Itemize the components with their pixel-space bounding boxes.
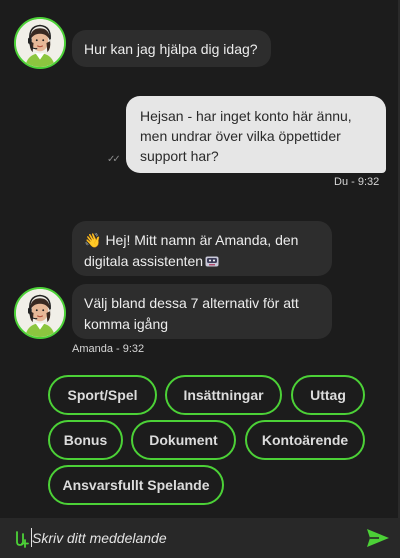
send-icon[interactable] [366,528,390,548]
option-uttag-button[interactable]: Uttag [291,375,365,415]
bot-greeting-message: Hur kan jag hjälpa dig idag? [72,30,271,67]
user-message-meta: Du - 9:32 [334,176,380,188]
message-composer: Skriv ditt meddelande [0,518,400,558]
bot-intro-message: 👋 Hej! Mitt namn är Amanda, den digitala … [72,221,332,276]
bot-intro-text: Hej! Mitt namn är Amanda, den digitala a… [84,232,299,269]
assistant-avatar [14,287,66,339]
option-insattningar-button[interactable]: Insättningar [165,375,282,415]
assistant-face-icon [16,19,64,67]
user-question-text: Hejsan - har inget konto här ännu, men u… [140,108,352,164]
bot-message-meta: Amanda - 9:32 [72,343,145,355]
option-dokument-button[interactable]: Dokument [131,420,236,460]
message-input[interactable]: Skriv ditt meddelande [32,530,167,546]
user-question-message: Hejsan - har inget konto här ännu, men u… [126,96,386,173]
assistant-face-icon [16,289,64,337]
read-receipt-icon: ✓✓ [107,154,121,165]
bot-greeting-text: Hur kan jag hjälpa dig idag? [84,41,258,57]
robot-face-icon [205,256,219,267]
assistant-avatar [14,17,66,69]
bot-options-message: Välj bland dessa 7 alternativ för att ko… [72,284,332,339]
chat-transcript: Hur kan jag hjälpa dig idag? Hejsan - ha… [0,0,400,518]
waving-hand-icon: 👋 [84,232,102,248]
option-kontoarende-button[interactable]: Kontoärende [245,420,365,460]
option-bonus-button[interactable]: Bonus [48,420,123,460]
option-ansvarsfullt-spelande-button[interactable]: Ansvarsfullt Spelande [48,465,224,505]
attach-icon[interactable] [10,528,30,548]
bot-options-text: Välj bland dessa 7 alternativ för att ko… [84,295,299,332]
option-sport-spel-button[interactable]: Sport/Spel [48,375,157,415]
